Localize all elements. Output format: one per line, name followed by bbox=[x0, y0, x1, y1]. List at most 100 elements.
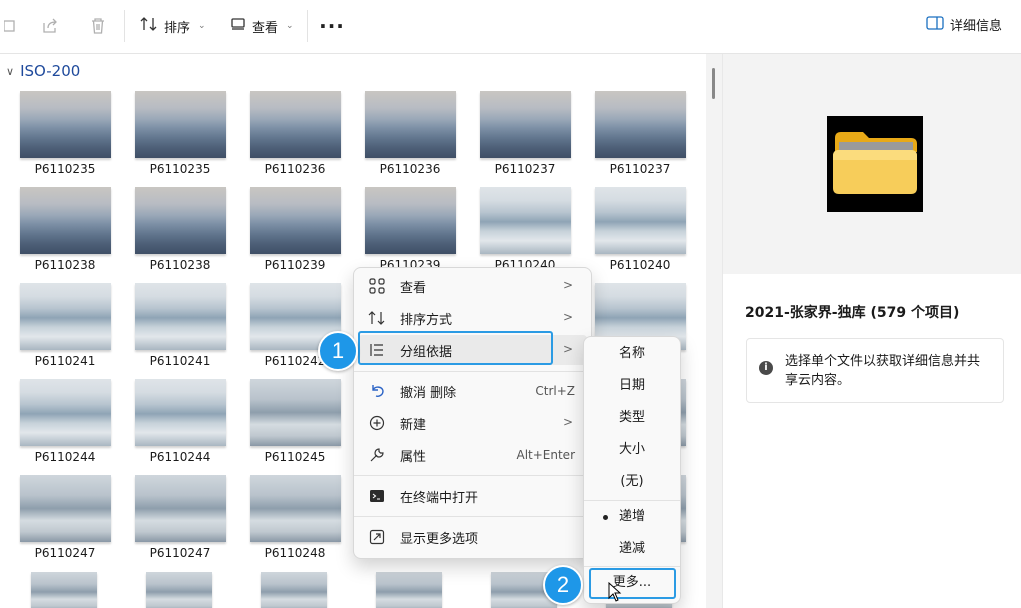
file-tile[interactable]: P6110247 bbox=[12, 473, 124, 565]
photo-thumbnail[interactable] bbox=[146, 572, 212, 608]
delete-icon[interactable] bbox=[86, 14, 110, 38]
chevron-right-icon: > bbox=[562, 278, 573, 292]
submenu-item-descending[interactable]: 递减 bbox=[584, 534, 680, 564]
submenu-item-name[interactable]: 名称 bbox=[584, 339, 680, 369]
view-icon bbox=[230, 17, 246, 35]
file-tile[interactable]: P6110240 bbox=[472, 185, 584, 277]
photo-thumbnail bbox=[250, 475, 341, 542]
photo-thumbnail[interactable] bbox=[376, 572, 442, 608]
file-tile[interactable]: P6110245 bbox=[242, 377, 354, 469]
photo-thumbnail[interactable] bbox=[31, 572, 97, 608]
menu-item-label: 显示更多选项 bbox=[400, 531, 479, 547]
menu-item-view[interactable]: 查看 > bbox=[358, 271, 587, 301]
menu-item-new[interactable]: 新建 > bbox=[358, 408, 587, 438]
file-name: P6110244 bbox=[34, 450, 96, 464]
step-badge-1: 1 bbox=[318, 331, 358, 371]
details-pane: 2021-张家界-独库 (579 个项目) i 选择单个文件以获取详细信息并共享… bbox=[723, 274, 1021, 608]
step-badge-2: 2 bbox=[543, 565, 583, 605]
details-pane-icon bbox=[926, 15, 944, 34]
file-name: P6110239 bbox=[264, 258, 326, 272]
more-options-button[interactable]: ··· bbox=[319, 14, 344, 38]
sort-icon bbox=[367, 310, 387, 326]
menu-divider bbox=[584, 500, 680, 501]
add-circle-icon bbox=[367, 415, 387, 431]
menu-divider bbox=[584, 566, 680, 567]
photo-thumbnail bbox=[595, 187, 686, 254]
menu-divider bbox=[354, 516, 591, 517]
file-tile[interactable]: P6110235 bbox=[127, 89, 239, 181]
group-by-submenu: 名称 日期 类型 大小 (无) 递增 递减 更多... bbox=[583, 336, 681, 604]
selection-title: 2021-张家界-独库 (579 个项目) bbox=[745, 305, 960, 321]
photo-thumbnail[interactable] bbox=[261, 572, 327, 608]
info-icon: i bbox=[759, 361, 773, 375]
submenu-item-size[interactable]: 大小 bbox=[584, 435, 680, 465]
menu-item-open-terminal[interactable]: 在终端中打开 bbox=[358, 481, 587, 511]
photo-thumbnail bbox=[135, 379, 226, 446]
chevron-down-icon: ∨ bbox=[6, 64, 15, 78]
preview-pane bbox=[723, 54, 1021, 274]
file-tile[interactable]: P6110241 bbox=[127, 281, 239, 373]
file-tile[interactable]: P6110240 bbox=[587, 185, 699, 277]
sort-icon bbox=[140, 16, 158, 36]
details-pane-button[interactable]: 详细信息 bbox=[926, 15, 1002, 34]
file-tile[interactable]: P6110244 bbox=[12, 377, 124, 469]
file-tile[interactable]: P6110235 bbox=[12, 89, 124, 181]
file-name: P6110237 bbox=[609, 162, 671, 176]
menu-item-label: 查看 bbox=[400, 280, 427, 296]
view-button[interactable]: 查看 ⌄ bbox=[230, 14, 294, 38]
file-tile[interactable]: P6110236 bbox=[357, 89, 469, 181]
wrench-icon bbox=[367, 447, 387, 463]
share-icon[interactable] bbox=[38, 14, 62, 38]
rename-icon[interactable] bbox=[0, 14, 24, 38]
scrollbar[interactable] bbox=[706, 54, 722, 608]
context-menu: 查看 > 排序方式 > 分组依据 > 撤消 删除 Ctrl+Z 新建 > 属性 bbox=[353, 267, 592, 559]
menu-item-undo[interactable]: 撤消 删除 Ctrl+Z bbox=[358, 376, 587, 406]
submenu-item-date[interactable]: 日期 bbox=[584, 371, 680, 401]
file-tile[interactable]: P6110239 bbox=[242, 185, 354, 277]
submenu-item-none[interactable]: (无) bbox=[584, 467, 680, 497]
menu-item-label: 排序方式 bbox=[400, 312, 453, 328]
grid-view-icon bbox=[367, 278, 387, 294]
file-tile[interactable]: P6110238 bbox=[12, 185, 124, 277]
scrollbar-thumb[interactable] bbox=[712, 68, 715, 99]
file-tile[interactable]: P6110236 bbox=[242, 89, 354, 181]
submenu-item-ascending[interactable]: 递增 bbox=[584, 502, 680, 532]
highlight-group-by bbox=[358, 331, 553, 365]
file-name: P6110236 bbox=[264, 162, 326, 176]
photo-thumbnail bbox=[20, 475, 111, 542]
file-tile[interactable]: P6110238 bbox=[127, 185, 239, 277]
file-name: P6110237 bbox=[494, 162, 556, 176]
photo-thumbnail bbox=[20, 91, 111, 158]
file-tile[interactable]: P6110239 bbox=[357, 185, 469, 277]
file-tile[interactable]: P6110241 bbox=[12, 281, 124, 373]
selected-bullet-icon bbox=[603, 515, 608, 520]
photo-thumbnail bbox=[250, 379, 341, 446]
photo-thumbnail bbox=[135, 91, 226, 158]
show-more-icon bbox=[367, 529, 387, 545]
photo-thumbnail bbox=[20, 187, 111, 254]
mouse-cursor-icon bbox=[608, 581, 622, 606]
file-tile[interactable]: P6110244 bbox=[127, 377, 239, 469]
submenu-item-type[interactable]: 类型 bbox=[584, 403, 680, 433]
menu-item-properties[interactable]: 属性 Alt+Enter bbox=[358, 440, 587, 470]
file-tile[interactable]: P6110248 bbox=[242, 473, 354, 565]
photo-thumbnail bbox=[595, 91, 686, 158]
menu-item-label: 属性 bbox=[400, 449, 427, 465]
menu-item-sort-by[interactable]: 排序方式 > bbox=[358, 303, 587, 333]
file-name: P6110245 bbox=[264, 450, 326, 464]
command-bar: 排序 ⌄ 查看 ⌄ ··· 详细信息 bbox=[0, 0, 1021, 54]
file-tile[interactable]: P6110247 bbox=[127, 473, 239, 565]
menu-item-label: 在终端中打开 bbox=[400, 490, 479, 506]
file-name: P6110235 bbox=[149, 162, 211, 176]
chevron-right-icon: > bbox=[562, 310, 573, 324]
group-header[interactable]: ∨ ISO-200 bbox=[6, 62, 80, 80]
file-tile[interactable]: P6110237 bbox=[587, 89, 699, 181]
undo-icon bbox=[367, 383, 387, 399]
photo-thumbnail bbox=[480, 91, 571, 158]
file-name: P6110241 bbox=[149, 354, 211, 368]
menu-item-show-more[interactable]: 显示更多选项 bbox=[358, 522, 587, 552]
sort-button[interactable]: 排序 ⌄ bbox=[140, 14, 206, 38]
file-tile[interactable]: P6110237 bbox=[472, 89, 584, 181]
info-text: 选择单个文件以获取详细信息并共享云内容。 bbox=[785, 354, 981, 388]
shortcut-text: Ctrl+Z bbox=[535, 384, 575, 398]
